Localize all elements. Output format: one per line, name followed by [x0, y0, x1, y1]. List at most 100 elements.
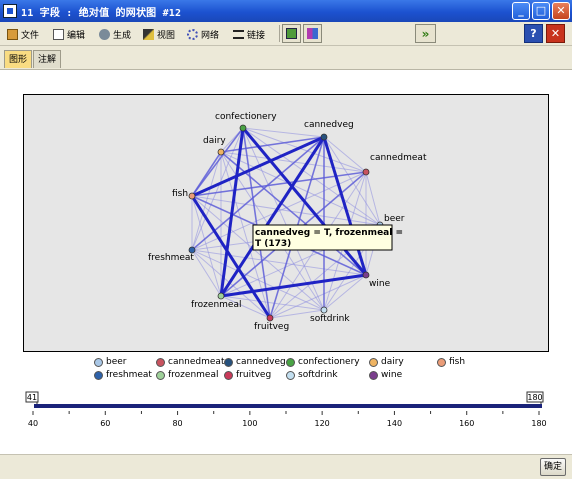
forward-icon: » — [421, 26, 430, 41]
node-label-cannedmeat: cannedmeat — [370, 153, 427, 163]
slider-tick-label: 180 — [531, 419, 546, 428]
slider-tick-label: 80 — [172, 419, 182, 428]
edit-icon — [53, 28, 64, 40]
tooltip-line-1: cannedveg = T, frozenmeal = — [255, 228, 403, 238]
minimize-button[interactable]: _ — [512, 2, 530, 20]
node-confectionery[interactable] — [239, 124, 247, 132]
menu-generate-label: 生成 — [113, 30, 132, 41]
close-icon: ✕ — [550, 27, 561, 40]
menu-generate[interactable]: 生成 — [99, 27, 131, 41]
node-label-confectionery: confectionery — [215, 112, 277, 122]
legend-swatch — [156, 370, 165, 380]
view-icon — [143, 28, 154, 40]
tab-annotations[interactable]: 注解 — [33, 50, 62, 68]
legend-item-fruitveg: fruitveg — [224, 370, 271, 380]
help-button[interactable]: ? — [524, 24, 543, 43]
menu-links-label: 链接 — [247, 30, 266, 41]
node-tool-button[interactable] — [282, 24, 301, 43]
link-line[interactable] — [220, 151, 367, 276]
node-label-frozenmeal: frozenmeal — [191, 300, 241, 310]
slider-tick-label: 40 — [28, 419, 38, 428]
node-label-freshmeat: freshmeat — [148, 253, 194, 263]
legend-label: beer — [106, 357, 127, 367]
node-label-beer: beer — [384, 214, 405, 224]
node-fruitveg[interactable] — [266, 314, 274, 322]
window-title-bar[interactable]: 11 字段 : 绝对值 的网状图 #12 _ □ ✕ — [0, 0, 572, 22]
node-label-fruitveg: fruitveg — [254, 322, 289, 332]
legend-label: confectionery — [298, 357, 360, 367]
legend-swatch — [94, 370, 103, 380]
slider-max-label: 180 — [527, 393, 542, 402]
tab-graph[interactable]: 图形 — [4, 50, 33, 68]
menu-network-label: 网络 — [201, 30, 220, 41]
legend-item-cannedmeat: cannedmeat — [156, 357, 224, 367]
legend-swatch — [369, 370, 378, 380]
link-threshold-slider[interactable]: 41 180 40 60 80 100 120 140 160 180 — [0, 388, 572, 448]
tooltip-line-2: T (173) — [255, 239, 291, 249]
legend-label: fish — [449, 357, 466, 367]
menu-edit[interactable]: 编辑 — [53, 27, 85, 41]
menu-file-label: 文件 — [21, 30, 40, 41]
legend-item-wine: wine — [369, 370, 402, 380]
graph-panel: beer cannedmeat cannedveg confectionery dair… — [0, 70, 572, 454]
chart-tool-icon — [307, 28, 318, 39]
network-icon — [187, 28, 198, 40]
node-wine[interactable] — [362, 271, 370, 279]
legend-item-cannedveg: cannedveg — [224, 357, 286, 367]
node-softdrink[interactable] — [320, 306, 328, 314]
legend-item-confectionery: confectionery — [286, 357, 360, 367]
chart-tool-button[interactable] — [303, 24, 322, 43]
close-panel-button[interactable]: ✕ — [546, 24, 565, 43]
legend-label: cannedveg — [236, 357, 286, 367]
tab-bar: 图形 注解 — [0, 46, 572, 70]
legend-item-softdrink: softdrink — [286, 370, 338, 380]
window-title: 11 字段 : 绝对值 的网状图 #12 — [21, 8, 182, 19]
node-tool-icon — [286, 28, 297, 39]
file-icon — [7, 28, 18, 40]
forward-button[interactable]: » — [415, 24, 436, 43]
node-frozenmeal[interactable] — [217, 292, 225, 300]
legend-label: dairy — [381, 357, 404, 367]
maximize-button[interactable]: □ — [532, 2, 550, 20]
slider-track[interactable] — [34, 404, 542, 408]
legend-swatch — [369, 357, 378, 367]
legend-label: wine — [381, 370, 403, 380]
menu-view[interactable]: 视图 — [143, 27, 175, 41]
node-fish[interactable] — [188, 192, 196, 200]
slider-tick-label: 100 — [242, 419, 257, 428]
node-label-wine: wine — [369, 279, 391, 289]
node-cannedmeat[interactable] — [362, 168, 370, 176]
menu-file[interactable]: 文件 — [7, 27, 39, 41]
node-label-softdrink: softdrink — [310, 314, 350, 324]
slider-min-label: 41 — [27, 393, 37, 402]
menu-toolbar: 文件 编辑 生成 视图 网络 链接 » ? ✕ — [0, 22, 572, 46]
footer-bar: 确定 — [0, 454, 572, 479]
web-graph[interactable]: beer cannedmeat cannedveg confectionery dair… — [24, 95, 548, 351]
slider-tick-label: 140 — [387, 419, 402, 428]
legend-item-fish: fish — [437, 357, 465, 367]
slider-tick-label: 160 — [459, 419, 474, 428]
legend-swatch — [286, 370, 295, 380]
legend-item-freshmeat: freshmeat — [94, 370, 152, 380]
ok-button[interactable]: 确定 — [540, 458, 566, 476]
legend-swatch — [156, 357, 165, 367]
menu-view-label: 视图 — [157, 30, 176, 41]
menu-links[interactable]: 链接 — [233, 27, 265, 41]
legend-swatch — [224, 357, 233, 367]
legend-label: fruitveg — [236, 370, 272, 380]
web-graph-area[interactable]: beer cannedmeat cannedveg confectionery dair… — [23, 94, 549, 352]
slider-tick-label: 60 — [100, 419, 110, 428]
node-label-fish: fish — [172, 189, 188, 199]
menu-network[interactable]: 网络 — [187, 27, 219, 41]
legend-item-frozenmeal: frozenmeal — [156, 370, 218, 380]
legend-swatch — [224, 370, 233, 380]
slider-ticks: 40 60 80 100 120 140 160 180 — [28, 411, 547, 428]
node-cannedveg[interactable] — [320, 133, 328, 141]
legend-swatch — [437, 357, 446, 367]
close-window-button[interactable]: ✕ — [552, 2, 570, 20]
node-dairy[interactable] — [217, 148, 225, 156]
legend-label: frozenmeal — [168, 370, 219, 380]
menu-edit-label: 编辑 — [67, 30, 86, 41]
help-icon: ? — [530, 27, 537, 40]
generate-icon — [99, 28, 110, 40]
